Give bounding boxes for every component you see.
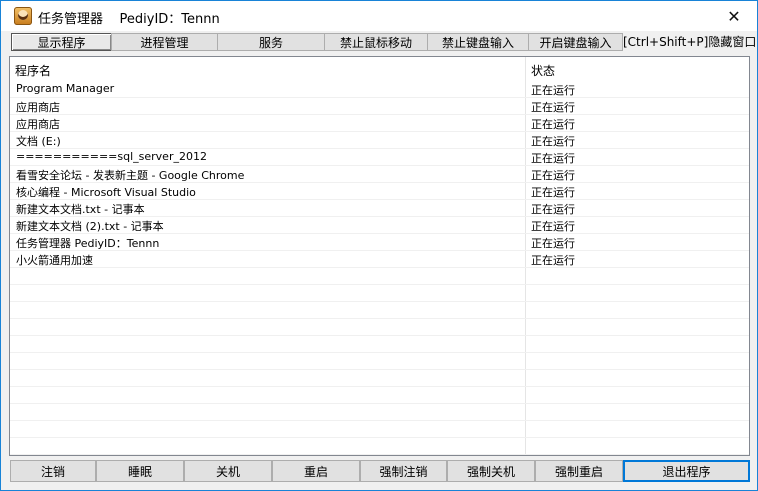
program-status: 正在运行: [531, 118, 575, 131]
program-name: ===========sql_server_2012: [16, 150, 207, 163]
program-status: 正在运行: [531, 237, 575, 250]
list-header: 程序名 状态: [10, 57, 749, 81]
program-name: 新建文本文档 (2).txt - 记事本: [16, 220, 164, 233]
program-status: 正在运行: [531, 169, 575, 182]
task-manager-window: 任务管理器 PediyID：Tennn ✕ 显示程序 进程管理 服务 禁止鼠标移…: [0, 0, 758, 491]
list-item[interactable]: Program Manager 正在运行: [10, 81, 749, 98]
empty-list-row: [10, 438, 749, 455]
column-header-status[interactable]: 状态: [531, 62, 555, 79]
button-label: 退出程序: [662, 464, 711, 479]
empty-list-row: [10, 302, 749, 319]
tab-show-programs[interactable]: 显示程序: [11, 33, 112, 51]
empty-list-row: [10, 387, 749, 404]
hide-window-hotkey-hint: [Ctrl+Shift+P]隐藏窗口: [623, 35, 757, 49]
program-name: Program Manager: [16, 82, 115, 95]
disable-mouse-button[interactable]: 禁止鼠标移动: [324, 33, 428, 51]
program-name: 小火箭通用加速: [16, 254, 93, 267]
disable-keyboard-button[interactable]: 禁止键盘输入: [427, 33, 529, 51]
button-label: 强制注销: [379, 464, 428, 479]
button-label: 睡眠: [127, 464, 152, 479]
list-item[interactable]: 核心编程 - Microsoft Visual Studio 正在运行: [10, 183, 749, 200]
column-header-name[interactable]: 程序名: [15, 62, 51, 79]
program-name: 应用商店: [16, 118, 60, 131]
program-status: 正在运行: [531, 84, 575, 97]
tab-process-management[interactable]: 进程管理: [111, 33, 218, 51]
program-list[interactable]: 程序名 状态 Program Manager 正在运行 应用商店 正在运行 应用商店 正在…: [9, 56, 750, 456]
restart-button[interactable]: 重启: [272, 460, 360, 482]
app-icon: [14, 7, 32, 25]
list-item[interactable]: 看雪安全论坛 - 发表新主题 - Google Chrome 正在运行: [10, 166, 749, 183]
program-status: 正在运行: [531, 186, 575, 199]
close-icon: ✕: [727, 6, 741, 26]
program-name: 核心编程 - Microsoft Visual Studio: [16, 186, 196, 199]
empty-list-row: [10, 353, 749, 370]
tab-label: 显示程序: [37, 35, 86, 50]
footer-button-row: 注销 睡眠 关机 重启 强制注销 强制关机 强制重启 退出程序: [10, 460, 750, 482]
list-item[interactable]: 文档 (E:) 正在运行: [10, 132, 749, 149]
list-item[interactable]: 小火箭通用加速 正在运行: [10, 251, 749, 268]
tab-label: 服务: [258, 35, 283, 50]
button-label: 强制关机: [466, 464, 515, 479]
tab-label: 进程管理: [140, 35, 189, 50]
list-item[interactable]: 新建文本文档 (2).txt - 记事本 正在运行: [10, 217, 749, 234]
window-title: 任务管理器 PediyID：Tennn: [38, 12, 220, 27]
button-label: 开启键盘输入: [539, 35, 612, 50]
button-label: 注销: [40, 464, 65, 479]
program-name: 应用商店: [16, 101, 60, 114]
shutdown-button[interactable]: 关机: [184, 460, 272, 482]
empty-list-row: [10, 421, 749, 438]
empty-list-row: [10, 370, 749, 387]
program-name: 文档 (E:): [16, 135, 61, 148]
list-item[interactable]: 新建文本文档.txt - 记事本 正在运行: [10, 200, 749, 217]
logoff-button[interactable]: 注销: [10, 460, 96, 482]
list-item[interactable]: ===========sql_server_2012 正在运行: [10, 149, 749, 166]
list-item[interactable]: 应用商店 正在运行: [10, 98, 749, 115]
button-label: 关机: [215, 464, 240, 479]
force-shutdown-button[interactable]: 强制关机: [447, 460, 535, 482]
program-status: 正在运行: [531, 254, 575, 267]
exit-program-button[interactable]: 退出程序: [623, 460, 750, 482]
program-status: 正在运行: [531, 203, 575, 216]
button-label: 强制重启: [554, 464, 603, 479]
button-label: 禁止键盘输入: [441, 35, 514, 50]
list-rows: Program Manager 正在运行 应用商店 正在运行 应用商店 正在运行 文档 (E…: [10, 81, 749, 455]
program-status: 正在运行: [531, 101, 575, 114]
empty-list-row: [10, 268, 749, 285]
list-item[interactable]: 应用商店 正在运行: [10, 115, 749, 132]
empty-list-row: [10, 404, 749, 421]
program-status: 正在运行: [531, 152, 575, 165]
tab-services[interactable]: 服务: [217, 33, 325, 51]
enable-keyboard-button[interactable]: 开启键盘输入: [528, 33, 623, 51]
sleep-button[interactable]: 睡眠: [96, 460, 184, 482]
top-button-row: 显示程序 进程管理 服务 禁止鼠标移动 禁止键盘输入 开启键盘输入: [11, 33, 623, 53]
empty-list-row: [10, 285, 749, 302]
title-bar[interactable]: 任务管理器 PediyID：Tennn ✕: [1, 1, 757, 31]
close-button[interactable]: ✕: [711, 1, 757, 31]
button-label: 禁止鼠标移动: [339, 35, 412, 50]
program-status: 正在运行: [531, 135, 575, 148]
program-name: 新建文本文档.txt - 记事本: [16, 203, 145, 216]
button-label: 重启: [303, 464, 328, 479]
empty-list-row: [10, 336, 749, 353]
force-restart-button[interactable]: 强制重启: [535, 460, 623, 482]
empty-list-row: [10, 319, 749, 336]
force-logoff-button[interactable]: 强制注销: [360, 460, 447, 482]
list-item[interactable]: 任务管理器 PediyID：Tennn 正在运行: [10, 234, 749, 251]
program-name: 看雪安全论坛 - 发表新主题 - Google Chrome: [16, 169, 245, 182]
program-name: 任务管理器 PediyID：Tennn: [16, 237, 160, 250]
program-status: 正在运行: [531, 220, 575, 233]
